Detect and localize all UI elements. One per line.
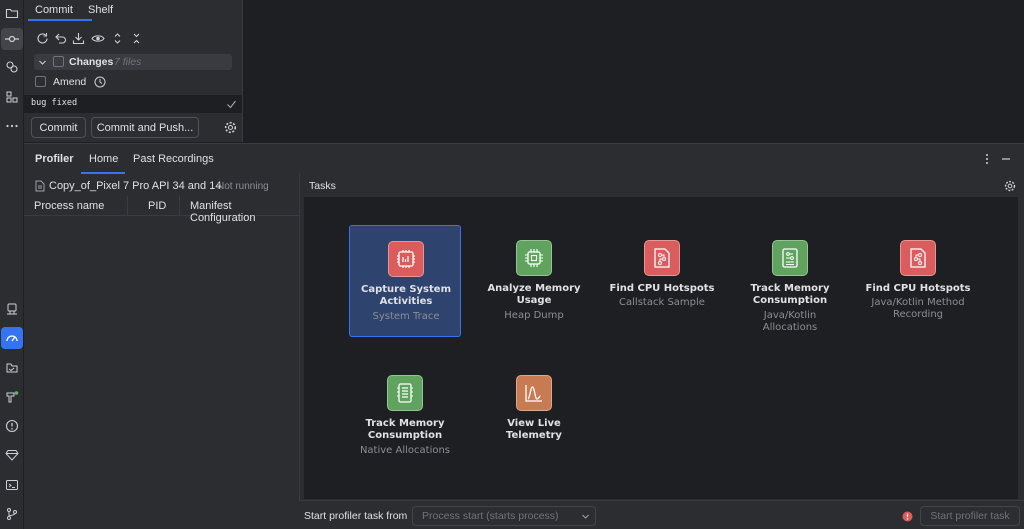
commit-settings-gear-icon[interactable]: [223, 120, 238, 135]
build-hammer-icon[interactable]: [1, 386, 23, 408]
process-table-header: Process name PID Manifest Configuration: [24, 196, 299, 224]
start-profiler-task-label: Start profiler task: [930, 510, 1010, 522]
task-subtitle: Java/Kotlin Allocations: [762, 310, 818, 333]
changes-group-row[interactable]: Changes 7 files: [34, 54, 232, 70]
task-subtitle: Java/Kotlin Method Recording: [871, 297, 965, 320]
task-grid: Capture System Activities System Trace An…: [304, 197, 1018, 499]
memory-chip-icon: [516, 240, 552, 276]
commit-message-text[interactable]: bug fixed: [31, 98, 77, 108]
cpu-hotspot-icon: [644, 240, 680, 276]
memory-track-icon: [772, 240, 808, 276]
task-title: View Live Telemetry: [506, 418, 562, 441]
options-vertical-dots-icon[interactable]: [981, 152, 993, 166]
device-manager-icon[interactable]: [1, 298, 23, 320]
editor-empty-area: [242, 0, 1024, 142]
task-subtitle: Heap Dump: [504, 310, 564, 321]
amend-checkbox[interactable]: [35, 76, 46, 87]
start-from-value: Process start (starts process): [422, 510, 559, 522]
resource-manager-icon[interactable]: [1, 56, 23, 78]
history-clock-icon[interactable]: [93, 75, 107, 89]
changes-count: 7 files: [114, 56, 142, 68]
checkmark-icon: [225, 98, 237, 110]
active-tab-underline: [28, 19, 92, 21]
commit-message-area[interactable]: bug fixed: [24, 95, 242, 113]
chevron-down-icon: [580, 511, 590, 521]
column-process-name[interactable]: Process name: [34, 200, 104, 212]
task-subtitle: System Trace: [372, 311, 440, 322]
task-find-cpu-hotspots-method[interactable]: Find CPU Hotspots Java/Kotlin Method Reco…: [862, 225, 974, 337]
profiler-title: Profiler: [35, 153, 74, 165]
tab-home[interactable]: Home: [89, 153, 118, 165]
telemetry-icon: [516, 375, 552, 411]
git-branch-icon[interactable]: [1, 503, 23, 525]
minimize-icon[interactable]: [1000, 152, 1012, 166]
error-icon[interactable]: [901, 510, 913, 522]
start-from-select[interactable]: Process start (starts process): [412, 506, 596, 526]
column-divider: [127, 196, 128, 215]
start-task-bar: Start profiler task from Process start (…: [299, 500, 1024, 529]
rollback-icon[interactable]: [52, 30, 68, 46]
column-manifest-configuration[interactable]: Manifest Configuration: [190, 200, 299, 224]
task-track-memory-native[interactable]: Track Memory Consumption Native Allocatio…: [349, 360, 461, 472]
device-file-icon: [34, 180, 45, 192]
column-pid[interactable]: PID: [148, 200, 166, 212]
task-title: Capture System Activities: [361, 284, 451, 307]
more-tools-icon[interactable]: [1, 115, 23, 137]
task-subtitle: Callstack Sample: [619, 297, 705, 308]
tab-shelf[interactable]: Shelf: [88, 0, 113, 20]
native-memory-icon: [387, 375, 423, 411]
app-inspection-icon[interactable]: [1, 357, 23, 379]
commit-panel: Commit Shelf Changes 7 files Amend bug f…: [24, 0, 242, 142]
changes-label: Changes: [69, 56, 114, 68]
collapse-all-icon[interactable]: [128, 30, 144, 46]
tasks-label: Tasks: [309, 180, 336, 192]
task-capture-system-activities[interactable]: Capture System Activities System Trace: [349, 225, 461, 337]
problems-icon[interactable]: [1, 415, 23, 437]
cpu-trace-icon: [388, 241, 424, 277]
profiler-header: Profiler Home Past Recordings: [24, 143, 1024, 174]
task-find-cpu-hotspots-callstack[interactable]: Find CPU Hotspots Callstack Sample: [606, 225, 718, 337]
refresh-icon[interactable]: [34, 30, 50, 46]
terminal-icon[interactable]: [1, 474, 23, 496]
task-title: Analyze Memory Usage: [487, 283, 581, 306]
start-from-label: Start profiler task from: [304, 510, 408, 522]
amend-label: Amend: [53, 76, 87, 88]
changes-checkbox[interactable]: [53, 56, 64, 67]
tab-commit[interactable]: Commit: [35, 0, 73, 20]
task-title: Track Memory Consumption: [365, 418, 445, 441]
task-title: Find CPU Hotspots: [865, 283, 971, 294]
cpu-method-icon: [900, 240, 936, 276]
chevron-down-icon[interactable]: [36, 56, 48, 68]
device-name[interactable]: Copy_of_Pixel 7 Pro API 34 and 14: [49, 180, 221, 192]
eye-icon[interactable]: [90, 30, 106, 46]
process-list-panel: Copy_of_Pixel 7 Pro API 34 and 14 Not ru…: [24, 174, 299, 529]
task-view-live-telemetry[interactable]: View Live Telemetry: [478, 360, 590, 472]
task-subtitle: Native Allocations: [359, 445, 451, 456]
task-title: Find CPU Hotspots: [609, 283, 715, 294]
start-profiler-task-button[interactable]: Start profiler task: [920, 506, 1020, 526]
device-status: Not running: [217, 181, 269, 192]
task-track-memory-java-kotlin[interactable]: Track Memory Consumption Java/Kotlin Alloc…: [734, 225, 846, 337]
tasks-settings-gear-icon[interactable]: [1003, 179, 1016, 192]
tab-past-recordings[interactable]: Past Recordings: [133, 153, 214, 165]
task-analyze-memory-usage[interactable]: Analyze Memory Usage Heap Dump: [478, 225, 590, 337]
commit-icon[interactable]: [1, 28, 23, 50]
gem-icon[interactable]: [1, 444, 23, 466]
profiler-icon[interactable]: [1, 327, 23, 349]
commit-and-push-button[interactable]: Commit and Push...: [91, 117, 199, 138]
column-divider: [179, 196, 180, 215]
download-icon[interactable]: [70, 30, 86, 46]
project-folder-icon[interactable]: [1, 2, 23, 24]
tool-window-strip: [0, 0, 24, 529]
commit-button[interactable]: Commit: [31, 117, 86, 138]
structure-icon[interactable]: [1, 86, 23, 108]
expand-all-icon[interactable]: [109, 30, 125, 46]
task-title: Track Memory Consumption: [750, 283, 830, 306]
